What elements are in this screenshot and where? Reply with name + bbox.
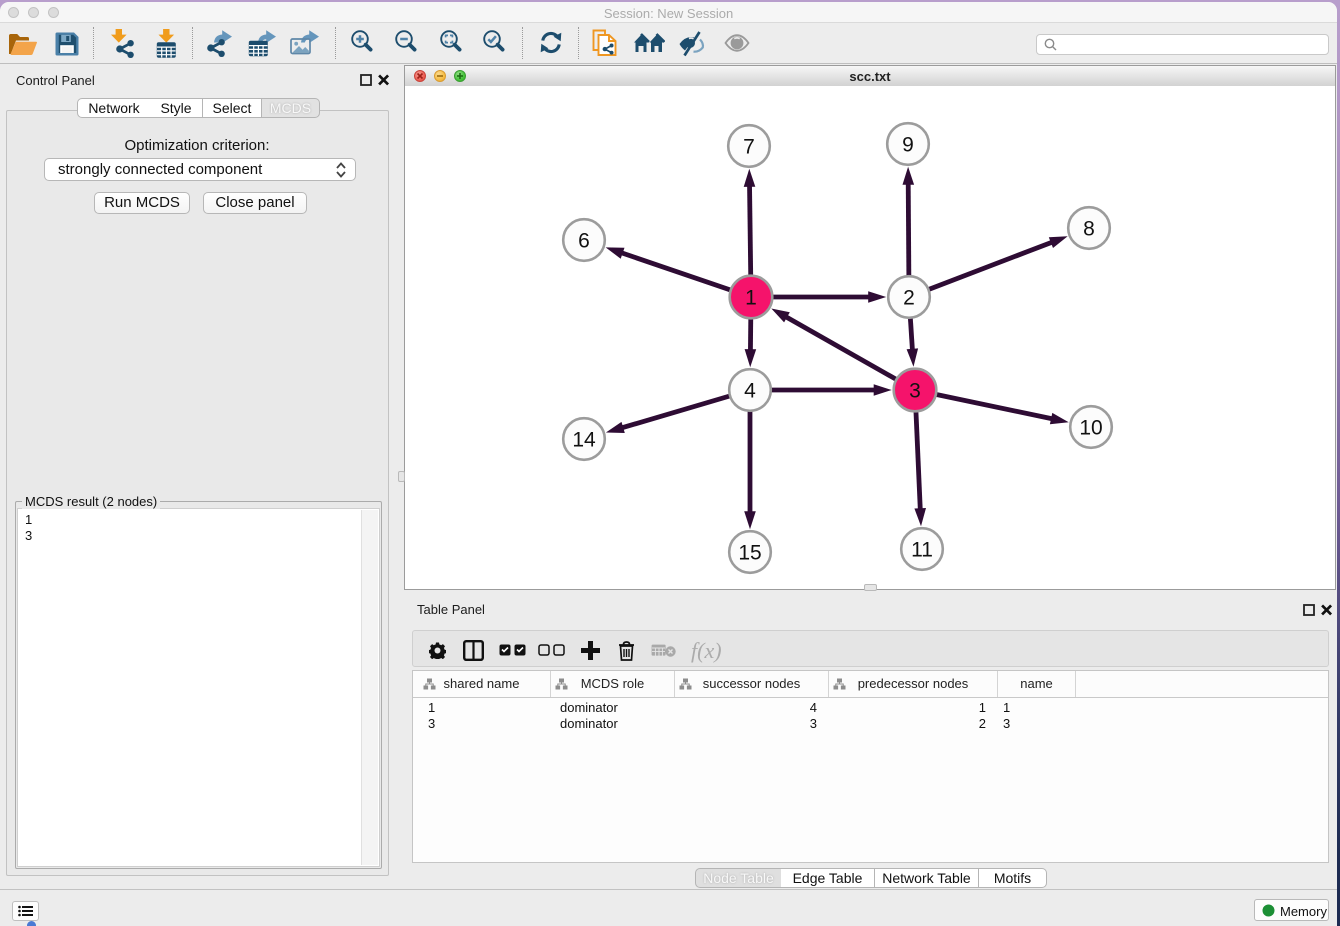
- svg-text:2: 2: [903, 287, 915, 310]
- svg-text:7: 7: [743, 136, 755, 159]
- svg-text:15: 15: [738, 542, 761, 565]
- svg-text:4: 4: [744, 380, 756, 403]
- svg-text:1: 1: [745, 287, 757, 310]
- svg-text:14: 14: [572, 429, 596, 452]
- svg-text:11: 11: [911, 539, 933, 562]
- svg-text:10: 10: [1079, 417, 1102, 440]
- svg-text:8: 8: [1083, 218, 1095, 241]
- svg-text:9: 9: [902, 134, 914, 157]
- svg-text:6: 6: [578, 230, 590, 253]
- svg-text:3: 3: [909, 380, 921, 403]
